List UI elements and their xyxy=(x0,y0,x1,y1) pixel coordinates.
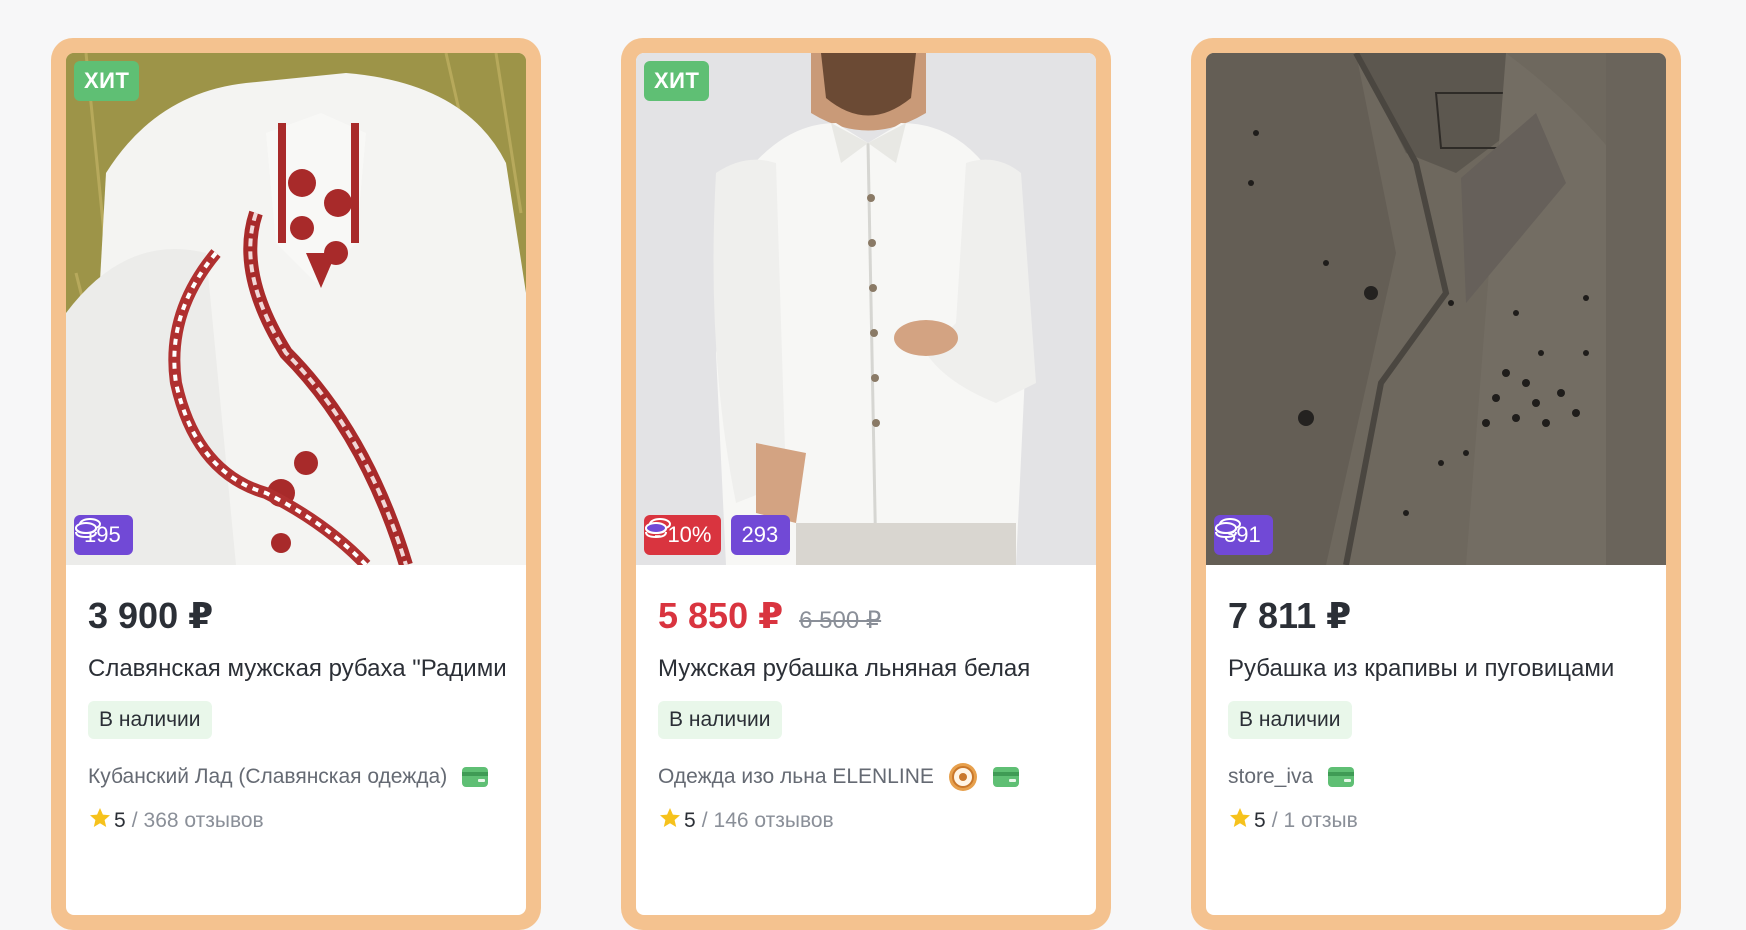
stock-badge: В наличии xyxy=(1228,701,1352,739)
card-icon xyxy=(462,767,489,787)
product-card-inner[interactable]: ХИТ - 10% 293 5 850 ₽ 6 500 ₽ Мужская ру… xyxy=(636,53,1096,915)
rating-separator: / xyxy=(131,809,138,832)
product-card[interactable]: ХИТ - 10% 293 5 850 ₽ 6 500 ₽ Мужская ру… xyxy=(621,38,1111,930)
price: 7 811 ₽ xyxy=(1228,595,1352,636)
product-title[interactable]: Мужская рубашка льняная белая xyxy=(658,655,1076,687)
product-card[interactable]: 391 7 811 ₽ Рубашка из крапивы и пуговиц… xyxy=(1191,38,1681,930)
coins-badge: 195 xyxy=(74,515,133,555)
price-row: 5 850 ₽ 6 500 ₽ xyxy=(658,595,1074,639)
hit-badge: ХИТ xyxy=(74,61,140,101)
card-icon xyxy=(992,767,1019,787)
stock-badge: В наличии xyxy=(88,701,212,739)
photo-badges: - 10% 293 xyxy=(644,515,791,555)
seller-row: Одежда изо льна ELENLINE xyxy=(658,761,1074,793)
rating-row: 5 / 1 отзыв xyxy=(1228,805,1644,837)
seller-badge-icon xyxy=(948,763,977,791)
coins-icon xyxy=(645,518,671,539)
rating-value: 5 xyxy=(1254,809,1266,832)
rating-separator: / xyxy=(1271,809,1278,832)
product-grid: ХИТ 195 3 900 ₽ Славянская мужская рубах… xyxy=(0,0,1746,930)
photo-badges: 195 xyxy=(74,515,133,555)
price: 3 900 ₽ xyxy=(88,595,214,636)
star-icon xyxy=(90,808,110,827)
star-icon xyxy=(1230,808,1250,827)
photo-nettle-shirt xyxy=(1206,53,1666,565)
product-photo[interactable]: 391 xyxy=(1206,53,1666,565)
old-price: 6 500 ₽ xyxy=(799,607,882,634)
product-info: 7 811 ₽ Рубашка из крапивы и пуговицами … xyxy=(1206,595,1666,837)
rating-row: 5 / 368 отзывов xyxy=(88,805,504,837)
rating-row: 5 / 146 отзывов xyxy=(658,805,1074,837)
photo-linen-shirt xyxy=(636,53,1096,565)
photo-badges: 391 xyxy=(1214,515,1273,555)
reviews-count[interactable]: 146 отзывов xyxy=(714,809,834,833)
rating-value: 5 xyxy=(684,809,696,832)
product-title[interactable]: Славянская мужская рубаха "Радимир" xyxy=(88,655,506,687)
rating-separator: / xyxy=(701,809,708,832)
coins-badge: 391 xyxy=(1214,515,1273,555)
product-photo[interactable]: ХИТ - 10% 293 xyxy=(636,53,1096,565)
coins-badge: 293 xyxy=(645,515,791,555)
hit-badge: ХИТ xyxy=(644,61,710,101)
coins-value: 293 xyxy=(741,522,779,547)
seller-row: store_iva xyxy=(1228,761,1644,793)
price-row: 7 811 ₽ xyxy=(1228,595,1644,639)
coins-icon xyxy=(75,518,101,539)
product-info: 3 900 ₽ Славянская мужская рубаха "Радим… xyxy=(66,595,526,837)
star-icon xyxy=(660,808,680,827)
price: 5 850 ₽ xyxy=(658,595,784,636)
seller-row: Кубанский Лад (Славянская одежда) xyxy=(88,761,504,793)
stock-badge: В наличии xyxy=(658,701,782,739)
product-card-inner[interactable]: ХИТ 195 3 900 ₽ Славянская мужская рубах… xyxy=(66,53,526,915)
coins-icon xyxy=(1215,518,1241,539)
price-row: 3 900 ₽ xyxy=(88,595,504,639)
reviews-count[interactable]: 1 отзыв xyxy=(1284,809,1358,833)
card-icon xyxy=(1328,767,1355,787)
seller-name[interactable]: Одежда изо льна ELENLINE xyxy=(658,765,934,789)
product-photo[interactable]: ХИТ 195 xyxy=(66,53,526,565)
rating-value: 5 xyxy=(114,809,126,832)
photo-embroidered-shirt xyxy=(66,53,526,565)
product-card[interactable]: ХИТ 195 3 900 ₽ Славянская мужская рубах… xyxy=(51,38,541,930)
seller-name[interactable]: Кубанский Лад (Славянская одежда) xyxy=(88,765,447,789)
reviews-count[interactable]: 368 отзывов xyxy=(144,809,264,833)
product-title[interactable]: Рубашка из крапивы и пуговицами xyxy=(1228,655,1646,687)
product-info: 5 850 ₽ 6 500 ₽ Мужская рубашка льняная … xyxy=(636,595,1096,837)
seller-name[interactable]: store_iva xyxy=(1228,765,1313,789)
product-card-inner[interactable]: 391 7 811 ₽ Рубашка из крапивы и пуговиц… xyxy=(1206,53,1666,915)
